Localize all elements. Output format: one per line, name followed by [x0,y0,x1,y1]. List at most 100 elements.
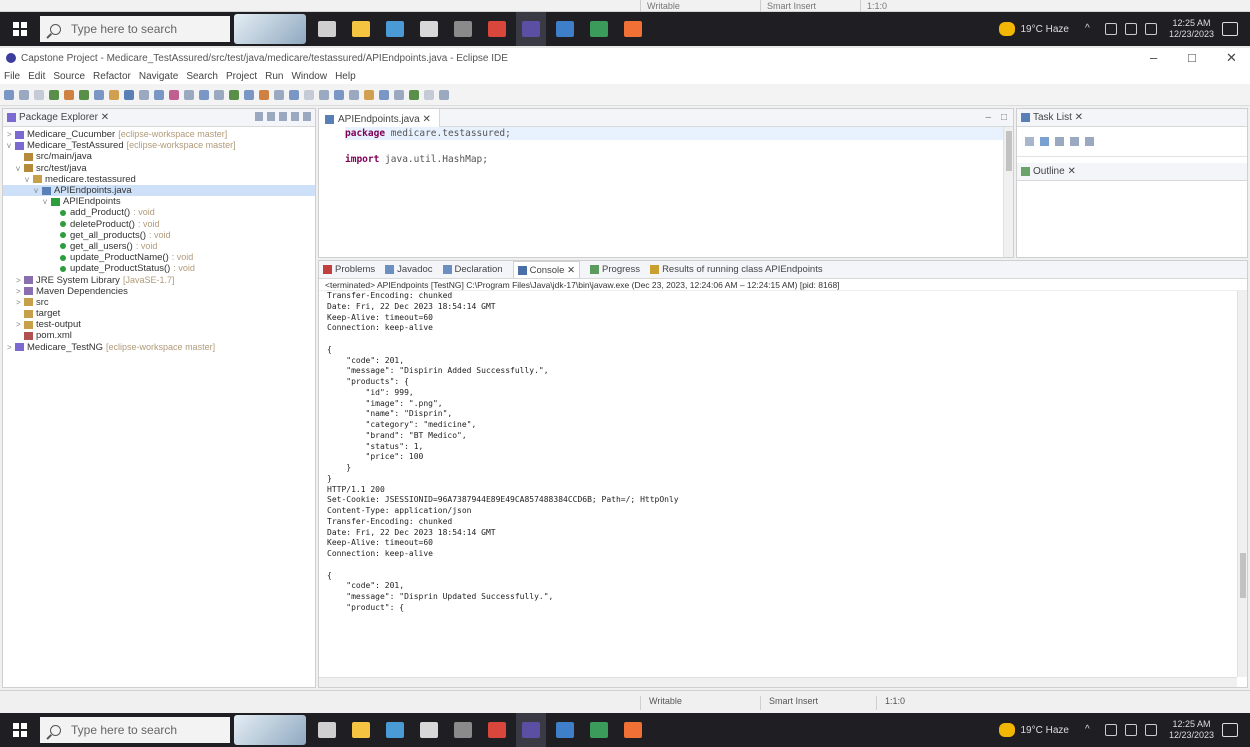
taskbar-app[interactable] [380,713,410,747]
taskbar-app[interactable] [312,713,342,747]
taskbar-app[interactable] [618,713,648,747]
toolbar-button-icon[interactable] [304,89,314,100]
maximize-button[interactable]: □ [1188,50,1196,65]
tree-item[interactable]: deleteProduct(): void [3,219,315,230]
volume-icon[interactable] [1124,724,1137,736]
minimize-editor-icon[interactable]: – [985,112,991,123]
tree-item[interactable]: > JRE System Library [JavaSE-1.7] [3,274,315,286]
weather-widget[interactable]: 19°C Haze [999,723,1069,737]
tree-item[interactable]: src/main/java [3,151,315,162]
console-scrollbar[interactable] [1237,291,1247,677]
toolbar-button-icon[interactable] [199,89,209,100]
toolbar-button-icon[interactable] [409,89,419,100]
taskbar-app[interactable] [584,12,614,46]
tree-item[interactable]: > Maven Dependencies [3,286,315,297]
menu-item[interactable]: Edit [28,71,45,82]
tree-item[interactable]: v medicare.testassured [3,174,315,185]
view-menu-icon[interactable] [279,112,287,121]
notification-icon[interactable] [1222,22,1238,36]
toolbar-button-icon[interactable] [334,89,344,100]
expanded-chevron-icon[interactable]: v [7,140,15,151]
toolbar-button-icon[interactable] [274,89,284,100]
console-tab[interactable]: Results of running class APIEndpoints [650,264,823,275]
toolbar-button-icon[interactable] [364,89,374,100]
chevron-up-icon[interactable]: ^ [1085,724,1097,736]
toolbar-button-icon[interactable] [379,89,389,100]
close-button[interactable]: ✕ [1226,50,1237,66]
tree-item[interactable]: get_all_users(): void [3,241,315,252]
tree-item[interactable]: > test-output [3,319,315,330]
menu-item[interactable]: Source [53,71,85,82]
minimize-view-icon[interactable] [291,112,299,121]
collapse-all-icon[interactable] [255,112,263,121]
menu-item[interactable]: File [4,71,20,82]
toolbar-button-icon[interactable] [394,89,404,100]
link-editor-icon[interactable] [267,112,275,121]
tree-item[interactable]: v src/test/java [3,163,315,174]
taskbar-app[interactable] [516,713,546,747]
toolbar-button-icon[interactable] [34,89,44,100]
toolbar-button-icon[interactable] [4,89,14,100]
start-button[interactable] [0,12,40,46]
toolbar-button-icon[interactable] [124,89,134,100]
menu-item[interactable]: Run [265,71,283,82]
clock[interactable]: 12:25 AM 12/23/2023 [1169,719,1214,741]
search-highlight-image[interactable] [234,715,306,745]
tree-item[interactable]: > Medicare_TestNG [eclipse-workspace maste… [3,342,315,353]
taskbar-app[interactable] [414,12,444,46]
tree-item[interactable]: target [3,308,315,319]
expanded-chevron-icon[interactable]: v [43,196,51,207]
toolbar-button-icon[interactable] [94,89,104,100]
taskbar-search-box[interactable]: Type here to search [40,717,230,743]
console-tab[interactable]: Declaration [442,264,503,275]
code-area[interactable]: package medicare.testassured; import jav… [319,127,1013,166]
console-output[interactable]: Transfer-Encoding: chunked Date: Fri, 22 … [319,291,1247,614]
taskbar-app[interactable] [482,713,512,747]
expanded-chevron-icon[interactable]: v [16,163,24,174]
start-button[interactable] [0,713,40,747]
console-tab[interactable]: Progress [590,264,640,275]
tree-item[interactable]: update_ProductStatus(): void [3,263,315,274]
maximize-editor-icon[interactable]: □ [1001,112,1007,123]
toolbar-button-icon[interactable] [349,89,359,100]
collapsed-chevron-icon[interactable]: > [16,275,24,286]
collapsed-chevron-icon[interactable]: > [16,286,24,297]
taskbar-app[interactable] [618,12,648,46]
tree-item[interactable]: get_all_products(): void [3,230,315,241]
toolbar-button-icon[interactable] [154,89,164,100]
expanded-chevron-icon[interactable]: v [25,174,33,185]
console-hscrollbar[interactable] [319,677,1237,687]
collapsed-chevron-icon[interactable]: > [16,319,24,330]
taskbar-app[interactable] [414,713,444,747]
menu-item[interactable]: Help [335,71,356,82]
network-icon[interactable] [1104,23,1117,35]
notification-icon[interactable] [1222,723,1238,737]
taskbar-app[interactable] [448,713,478,747]
menu-item[interactable]: Window [291,71,327,82]
taskbar-search-box[interactable]: Type here to search [40,16,230,42]
collapsed-chevron-icon[interactable]: > [7,129,15,140]
collapsed-chevron-icon[interactable]: > [7,342,15,353]
language-icon[interactable] [1144,23,1157,35]
weather-widget[interactable]: 19°C Haze [999,22,1069,36]
toolbar-button-icon[interactable] [229,89,239,100]
toolbar-button-icon[interactable] [139,89,149,100]
toolbar-button-icon[interactable] [49,89,59,100]
network-icon[interactable] [1104,724,1117,736]
tree-item[interactable]: v Medicare_TestAssured [eclipse-workspace … [3,140,315,151]
taskbar-app[interactable] [380,12,410,46]
chevron-up-icon[interactable]: ^ [1085,23,1097,35]
collapsed-chevron-icon[interactable]: > [16,297,24,308]
toolbar-button-icon[interactable] [244,89,254,100]
toolbar-button-icon[interactable] [109,89,119,100]
console-tab[interactable]: Console ✕ [512,261,581,278]
menu-item[interactable]: Navigate [139,71,178,82]
toolbar-button-icon[interactable] [439,89,449,100]
menu-item[interactable]: Search [186,71,218,82]
taskbar-app[interactable] [550,12,580,46]
toolbar-button-icon[interactable] [169,89,179,100]
taskbar-app[interactable] [482,12,512,46]
tree-item[interactable]: update_ProductName(): void [3,252,315,263]
language-icon[interactable] [1144,724,1157,736]
toolbar-button-icon[interactable] [424,89,434,100]
